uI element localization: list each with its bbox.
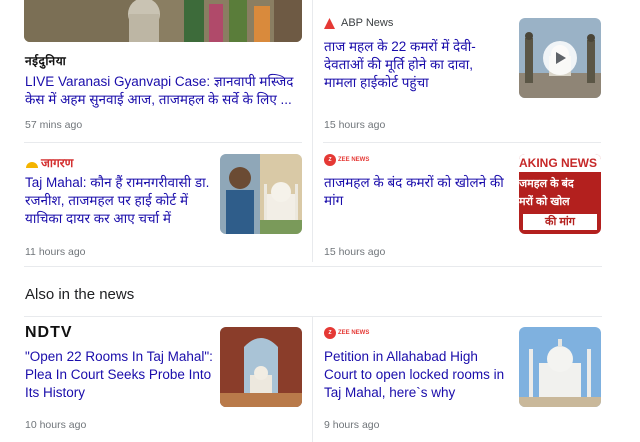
column-divider xyxy=(312,316,313,442)
divider xyxy=(24,142,302,143)
card-zee1-title[interactable]: ताजमहल के बंद कमरों को खोलने की मांग xyxy=(324,174,512,210)
card-zee2-time: 9 hours ago xyxy=(324,419,380,431)
abp-source-name: ABP News xyxy=(341,17,394,29)
card-ndtv-thumbnail[interactable] xyxy=(220,327,302,407)
card-jagran-thumbnail[interactable] xyxy=(220,154,302,234)
divider xyxy=(24,316,602,317)
card-abp-source: ABP News xyxy=(324,17,393,29)
divider xyxy=(323,142,601,143)
play-icon[interactable] xyxy=(543,41,577,75)
ndtv-logo: NDTV xyxy=(25,324,73,341)
card-abp-time: 15 hours ago xyxy=(324,119,386,131)
card-zee1-source: Z ZEE NEWS xyxy=(324,154,369,166)
jagran-logo: जागरण xyxy=(25,154,73,171)
thumb-banner: AKING NEWS xyxy=(519,154,601,172)
card-naidunia-time: 57 mins ago xyxy=(25,119,83,131)
card-jagran-title[interactable]: Taj Mahal: कौन हैं रामनगरीवासी डा. रजनीश… xyxy=(25,174,213,228)
card-naidunia-source: नईदुनिया xyxy=(25,52,66,69)
thumb-line: की मांग xyxy=(523,214,597,230)
card-jagran-source: जागरण xyxy=(25,154,73,171)
zee-logo: Z ZEE NEWS xyxy=(324,154,369,166)
card-ndtv-title[interactable]: "Open 22 Rooms In Taj Mahal": Plea In Co… xyxy=(25,348,213,402)
card-abp-thumbnail[interactable] xyxy=(519,18,601,98)
card-zee1-thumbnail[interactable]: AKING NEWS जमहल के बंद मरों को खोल की मा… xyxy=(519,154,601,234)
sun-icon xyxy=(26,161,38,168)
card-zee1-time: 15 hours ago xyxy=(324,246,386,258)
card-zee2-source: Z ZEE NEWS xyxy=(324,327,369,339)
card-naidunia-thumbnail[interactable] xyxy=(24,0,302,42)
abp-logo-icon xyxy=(324,17,335,29)
card-abp-title[interactable]: ताज महल के 22 कमरों में देवी-देवताओं की … xyxy=(324,38,509,92)
column-divider xyxy=(312,0,313,262)
card-ndtv-time: 10 hours ago xyxy=(25,419,87,431)
card-naidunia-title[interactable]: LIVE Varanasi Gyanvapi Case: ज्ञानवापी म… xyxy=(25,73,303,109)
card-jagran-time: 11 hours ago xyxy=(25,246,86,258)
naidunia-logo: नईदुनिया xyxy=(25,54,67,68)
thumb-line: मरों को खोल xyxy=(519,196,570,208)
thumb-line: जमहल के बंद xyxy=(519,178,574,190)
divider xyxy=(24,266,602,267)
card-zee2-thumbnail[interactable] xyxy=(519,327,601,407)
section-title-also-in-news: Also in the news xyxy=(25,286,135,303)
zee-logo: Z ZEE NEWS xyxy=(324,327,369,339)
zee-logo-icon: Z xyxy=(324,154,336,166)
zee-logo-icon: Z xyxy=(324,327,336,339)
card-zee2-title[interactable]: Petition in Allahabad High Court to open… xyxy=(324,348,512,402)
card-ndtv-source: NDTV xyxy=(25,324,73,342)
